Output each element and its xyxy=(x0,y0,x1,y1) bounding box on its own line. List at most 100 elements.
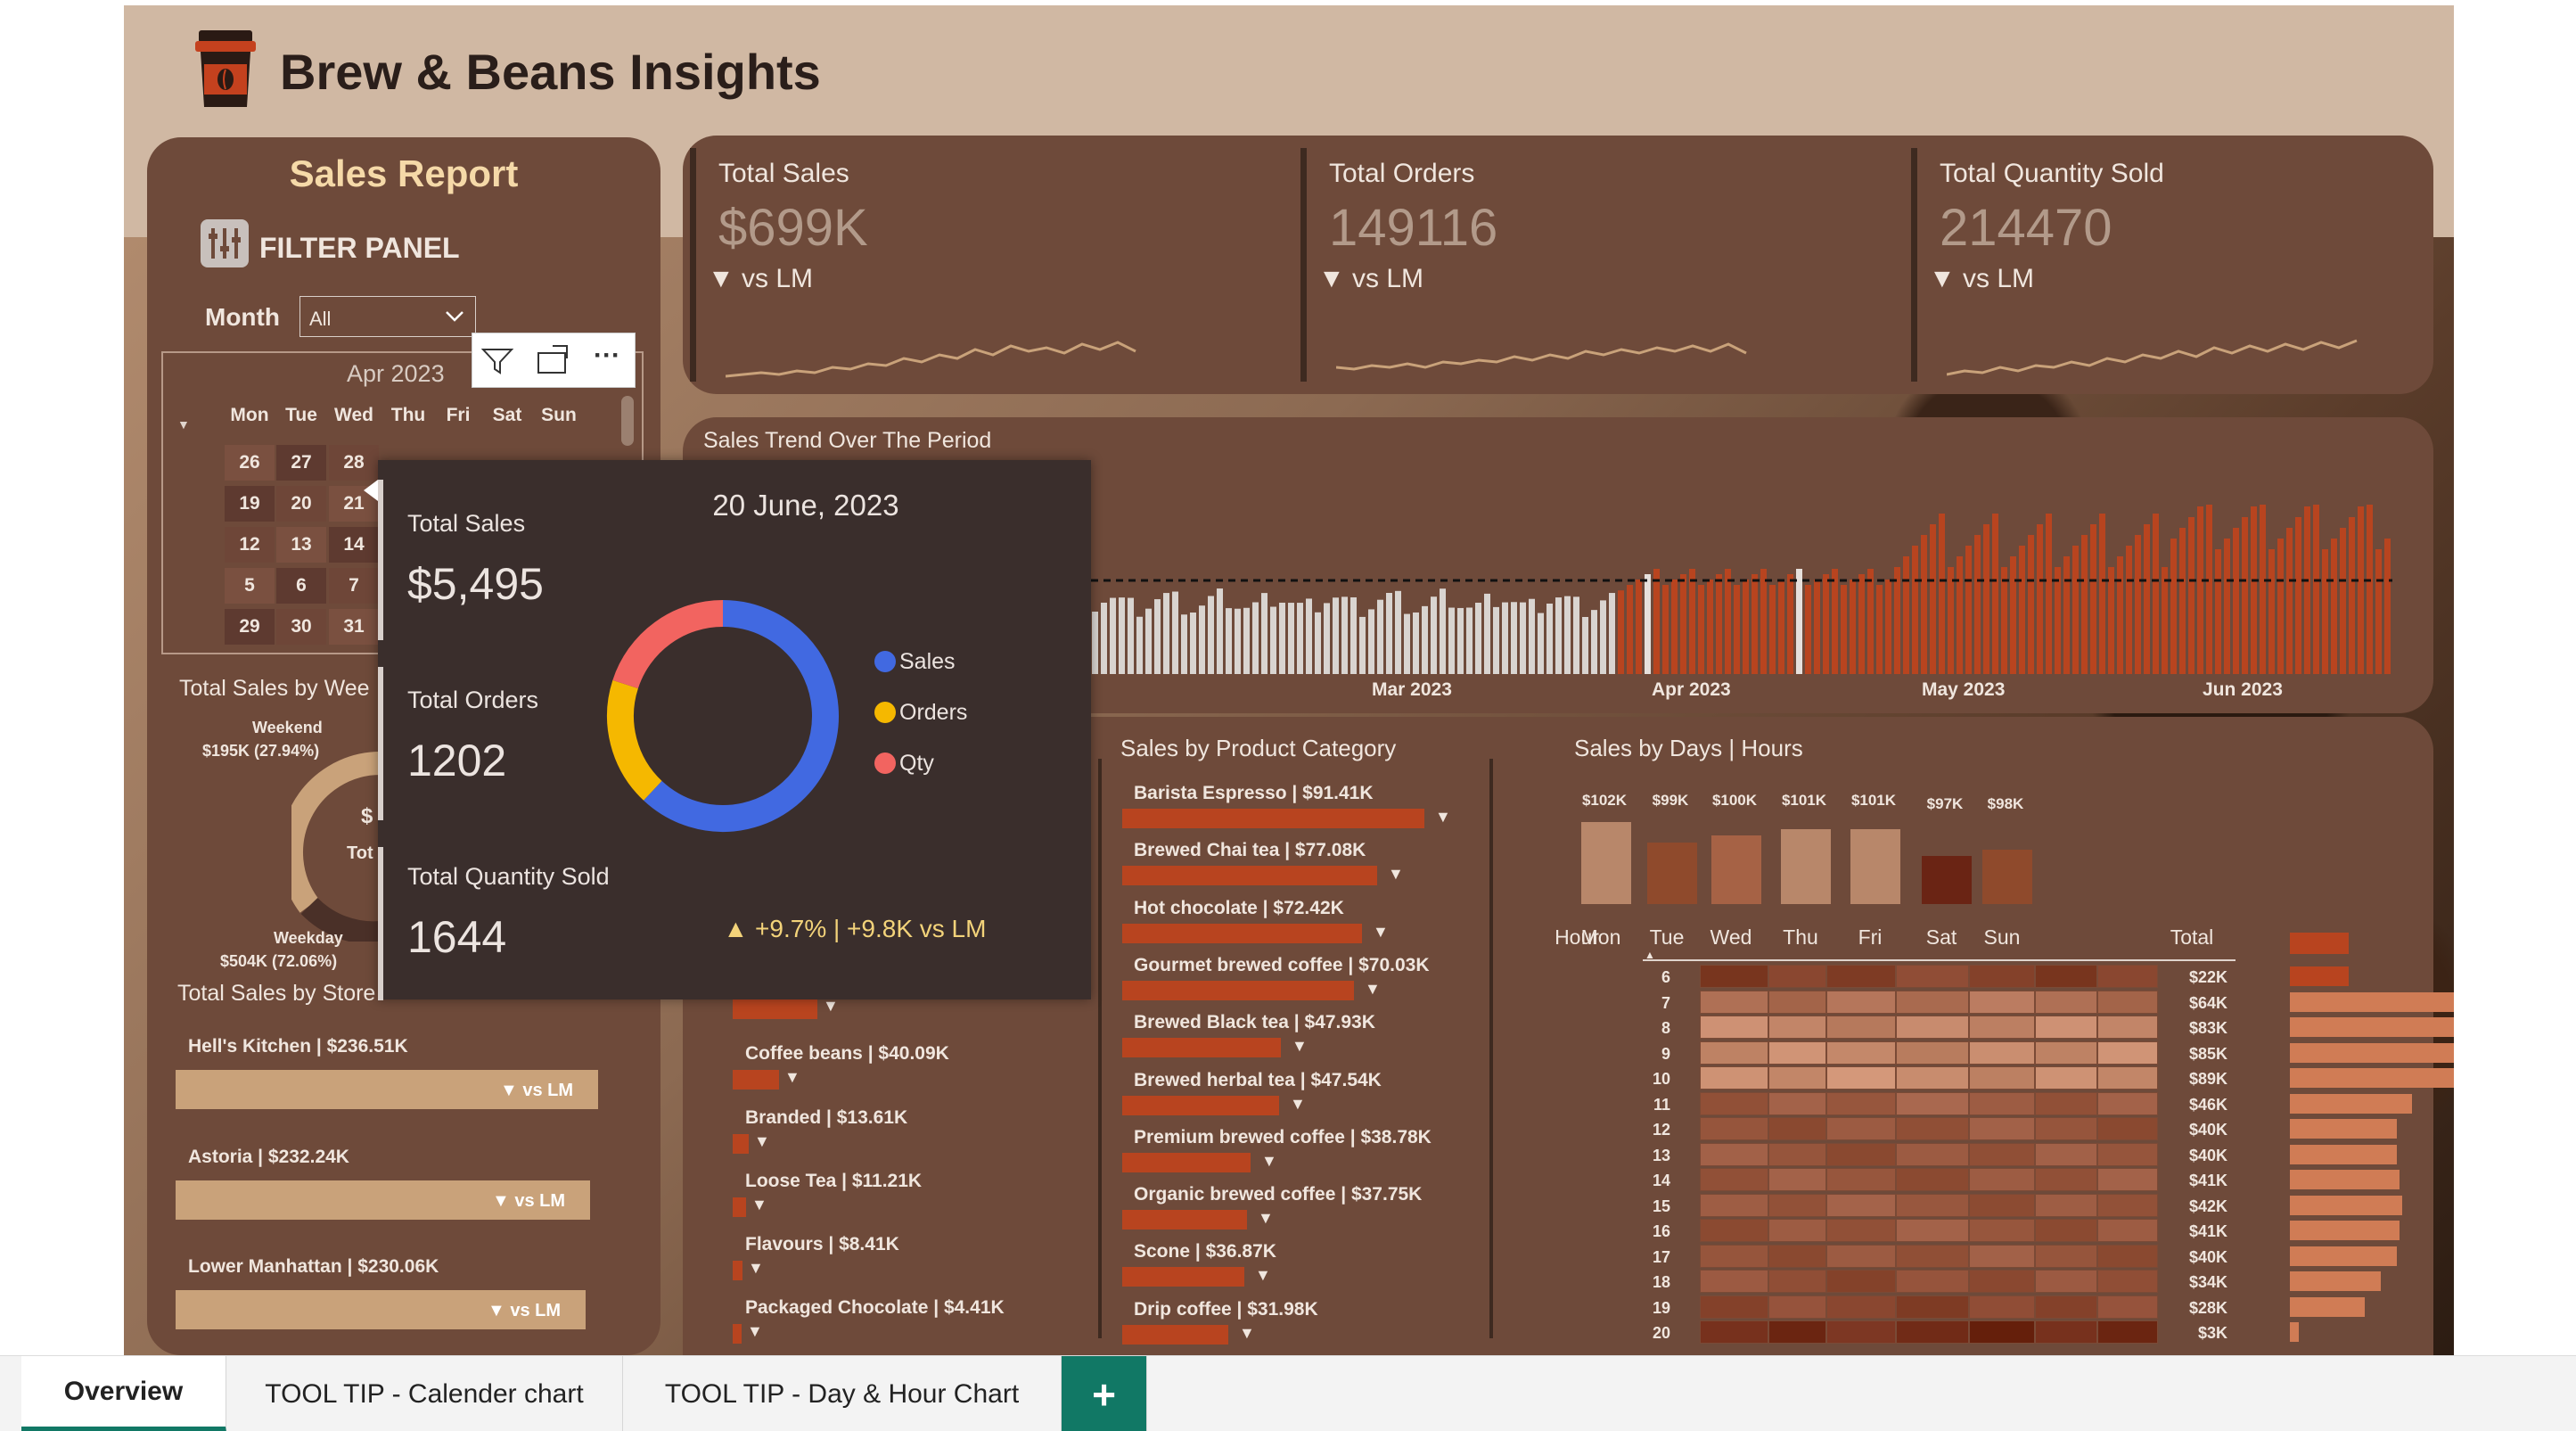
heatmap-cell[interactable] xyxy=(2035,1016,2097,1039)
category-bar[interactable] xyxy=(1122,1152,1251,1172)
heatmap-cell[interactable] xyxy=(1969,1270,2035,1293)
heatmap-cell[interactable] xyxy=(2097,965,2158,988)
heatmap-cell[interactable] xyxy=(1700,1168,1768,1191)
hour-total-bar[interactable] xyxy=(2290,1322,2299,1342)
hour-total-bar[interactable] xyxy=(2290,1271,2381,1291)
heatmap-cell[interactable] xyxy=(1700,1270,1768,1293)
more-options-icon[interactable]: ··· xyxy=(594,341,620,371)
heatmap-cell[interactable] xyxy=(2035,1066,2097,1090)
heatmap-cell[interactable] xyxy=(1700,1142,1768,1166)
heatmap-cell[interactable] xyxy=(1969,1320,2035,1344)
calendar-day-cell[interactable]: 28 xyxy=(329,445,379,481)
heatmap-cell[interactable] xyxy=(2097,1117,2158,1140)
heatmap-cell[interactable] xyxy=(1896,1320,1969,1344)
heatmap-cell[interactable] xyxy=(1896,1244,1969,1268)
heatmap-cell[interactable] xyxy=(1768,965,1826,988)
heatmap-cell[interactable] xyxy=(1826,1091,1896,1115)
heatmap-cell[interactable] xyxy=(2035,965,2097,988)
heatmap-cell[interactable] xyxy=(1768,1244,1826,1268)
category-bar[interactable] xyxy=(1122,980,1354,1000)
heatmap-cell[interactable] xyxy=(1768,1066,1826,1090)
heatmap-cell[interactable] xyxy=(1700,1219,1768,1242)
heatmap-cell[interactable] xyxy=(2035,1219,2097,1242)
heatmap-cell[interactable] xyxy=(1826,1295,1896,1319)
focus-mode-icon[interactable] xyxy=(535,344,570,376)
hour-total-bar[interactable] xyxy=(2290,1296,2365,1317)
heatmap-cell[interactable] xyxy=(1700,1040,1768,1065)
heatmap-cell[interactable] xyxy=(1896,990,1969,1014)
heatmap-cell[interactable] xyxy=(1969,1142,2035,1166)
category-bar[interactable] xyxy=(733,1324,742,1344)
heatmap-cell[interactable] xyxy=(2035,1091,2097,1115)
category-bar[interactable] xyxy=(733,1070,779,1090)
heatmap-cell[interactable] xyxy=(1826,1142,1896,1166)
heatmap-cell[interactable] xyxy=(1896,1219,1969,1242)
calendar-collapse-icon[interactable]: ▼ xyxy=(177,417,190,432)
heatmap-cell[interactable] xyxy=(1826,1270,1896,1293)
heatmap-cell[interactable] xyxy=(1969,1219,2035,1242)
heatmap-cell[interactable] xyxy=(2097,1295,2158,1319)
tab-overview[interactable]: Overview xyxy=(21,1356,226,1431)
calendar-day-cell[interactable]: 29 xyxy=(225,609,275,645)
calendar-day-cell[interactable]: 19 xyxy=(225,486,275,522)
heatmap-cell[interactable] xyxy=(2035,1270,2097,1293)
heatmap-cell[interactable] xyxy=(1826,1040,1896,1065)
calendar-day-cell[interactable]: 31 xyxy=(329,609,379,645)
heatmap-cell[interactable] xyxy=(1896,1117,1969,1140)
heatmap-cell[interactable] xyxy=(1768,1117,1826,1140)
heatmap-cell[interactable] xyxy=(1826,1244,1896,1268)
heatmap-cell[interactable] xyxy=(1896,1295,1969,1319)
heatmap-cell[interactable] xyxy=(2097,1016,2158,1039)
heatmap-cell[interactable] xyxy=(1700,990,1768,1014)
heatmap-cell[interactable] xyxy=(2097,1066,2158,1090)
heatmap-cell[interactable] xyxy=(1768,1270,1826,1293)
calendar-day-cell[interactable]: 6 xyxy=(276,568,326,604)
heatmap-cell[interactable] xyxy=(1896,1040,1969,1065)
heatmap-cell[interactable] xyxy=(1826,1117,1896,1140)
heatmap-cell[interactable] xyxy=(1768,1168,1826,1191)
heatmap-cell[interactable] xyxy=(2035,990,2097,1014)
heatmap-cell[interactable] xyxy=(1896,1066,1969,1090)
heatmap-cell[interactable] xyxy=(1896,965,1969,988)
hour-total-bar[interactable] xyxy=(2290,1246,2397,1266)
day-total-bar[interactable] xyxy=(1982,850,2032,904)
heatmap-cell[interactable] xyxy=(2035,1168,2097,1191)
heatmap-cell[interactable] xyxy=(1768,1091,1826,1115)
heatmap-cell[interactable] xyxy=(2097,1142,2158,1166)
heatmap-cell[interactable] xyxy=(1768,1320,1826,1344)
hour-total-bar[interactable] xyxy=(2290,1093,2412,1114)
heatmap-cell[interactable] xyxy=(1768,1219,1826,1242)
category-bar[interactable] xyxy=(1122,923,1362,943)
heatmap-cell[interactable] xyxy=(2035,1244,2097,1268)
heatmap-cell[interactable] xyxy=(2097,1270,2158,1293)
hour-total-bar[interactable] xyxy=(2290,991,2454,1012)
heatmap-cell[interactable] xyxy=(1700,1244,1768,1268)
heatmap-cell[interactable] xyxy=(1969,1193,2035,1217)
heatmap-cell[interactable] xyxy=(2097,1219,2158,1242)
heatmap-cell[interactable] xyxy=(2035,1040,2097,1065)
category-bar[interactable] xyxy=(733,1134,749,1154)
category-bar[interactable] xyxy=(1122,1095,1279,1115)
category-bar[interactable] xyxy=(1122,866,1377,886)
hour-total-bar[interactable] xyxy=(2290,1195,2402,1215)
day-total-bar[interactable] xyxy=(1781,829,1831,904)
day-total-bar[interactable] xyxy=(1647,843,1697,904)
hour-total-bar[interactable] xyxy=(2290,1068,2454,1088)
heatmap-cell[interactable] xyxy=(1896,1091,1969,1115)
hour-total-bar[interactable] xyxy=(2290,966,2349,986)
category-bar[interactable] xyxy=(1122,1210,1247,1230)
heatmap-cell[interactable] xyxy=(1826,1066,1896,1090)
hour-total-bar[interactable] xyxy=(2290,1119,2397,1139)
calendar-day-cell[interactable]: 20 xyxy=(276,486,326,522)
heatmap-cell[interactable] xyxy=(1969,1117,2035,1140)
heatmap-cell[interactable] xyxy=(1896,1142,1969,1166)
heatmap-cell[interactable] xyxy=(1768,1142,1826,1166)
calendar-day-cell[interactable]: 30 xyxy=(276,609,326,645)
heatmap-cell[interactable] xyxy=(1969,1091,2035,1115)
heatmap-cell[interactable] xyxy=(1896,1270,1969,1293)
heatmap-cell[interactable] xyxy=(1826,1193,1896,1217)
hour-total-bar[interactable] xyxy=(2290,1017,2454,1037)
heatmap-cell[interactable] xyxy=(2097,1040,2158,1065)
heatmap-cell[interactable] xyxy=(1969,1040,2035,1065)
calendar-day-cell[interactable]: 27 xyxy=(276,445,326,481)
